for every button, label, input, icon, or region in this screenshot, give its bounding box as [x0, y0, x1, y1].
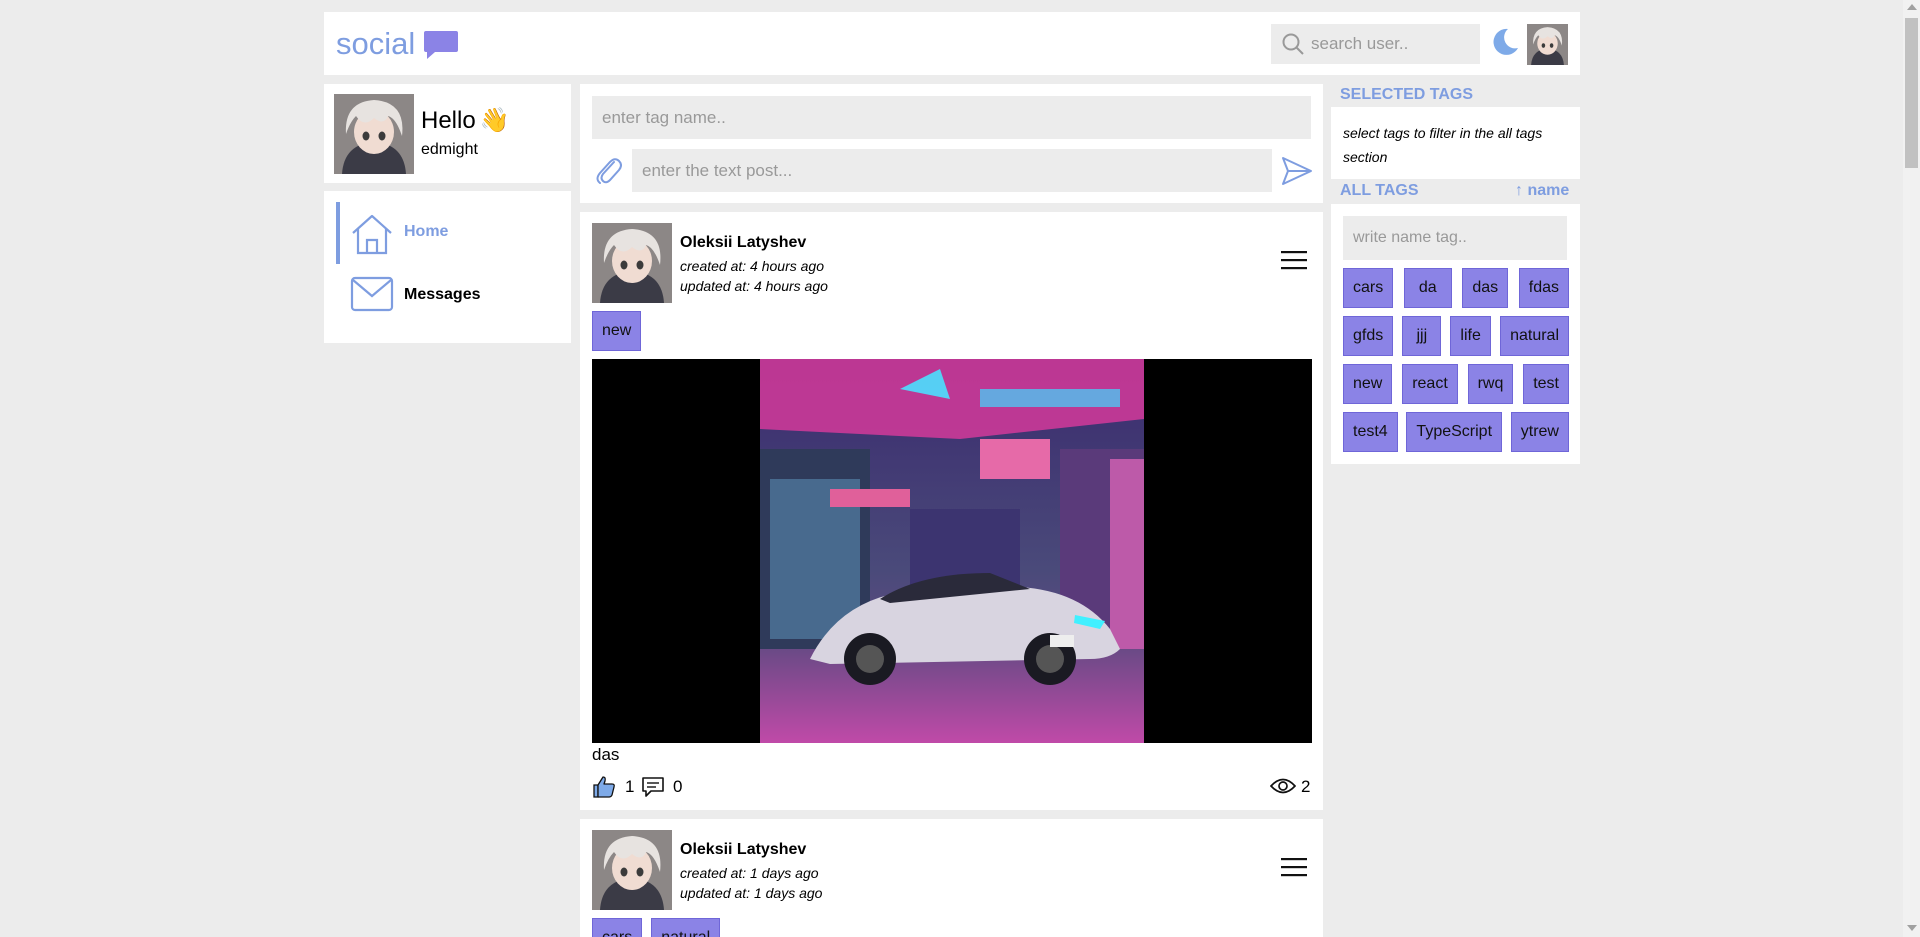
greeting-text: Hello	[421, 107, 476, 134]
tag-chip[interactable]: natural	[1500, 316, 1569, 356]
tag-row: cars da das fdas	[1343, 268, 1569, 308]
top-header: social	[324, 12, 1580, 75]
tag-row: gfds jjj life natural	[1343, 316, 1569, 356]
tag-chip[interactable]: new	[1343, 364, 1393, 404]
waving-hand-emoji: 👋	[479, 107, 510, 134]
post-card: Oleksii Latyshev created at: 1 days ago …	[580, 819, 1323, 937]
tag-chip[interactable]: fdas	[1518, 268, 1569, 308]
post-text: das	[592, 745, 620, 764]
tag-chip[interactable]: test	[1523, 364, 1569, 404]
search-box	[1271, 24, 1480, 64]
tag-chip[interactable]: da	[1403, 268, 1452, 308]
view-count: 2	[1301, 777, 1311, 796]
post-stats: 1 0 2	[592, 775, 1312, 799]
tag-chip[interactable]: gfds	[1343, 316, 1394, 356]
selected-tags-panel: select tags to filter in the all tags se…	[1331, 107, 1580, 179]
tag-cloud: cars da das fdas gfds jjj life natural n…	[1343, 268, 1569, 460]
post-tags: new	[592, 311, 642, 351]
selected-tags-title: SELECTED TAGS	[1340, 86, 1474, 103]
nav-label-messages: Messages	[404, 286, 481, 303]
tag-row: test4 TypeScript ytrew	[1343, 412, 1569, 452]
sort-by-name-toggle[interactable]: ↑ name	[1515, 182, 1569, 200]
greeting: Hello 👋	[421, 106, 510, 135]
nav-menu: Home Messages	[324, 191, 571, 343]
post-tag[interactable]: natural	[651, 918, 721, 937]
tag-chip[interactable]: rwq	[1467, 364, 1514, 404]
active-indicator	[336, 202, 340, 264]
post-created-at: created at: 4 hours ago	[680, 258, 824, 274]
search-icon	[1281, 32, 1305, 61]
post-composer	[580, 84, 1323, 203]
moon-icon[interactable]	[1488, 26, 1520, 63]
nav-item-messages[interactable]: Messages	[336, 265, 566, 327]
tag-chip[interactable]: ytrew	[1510, 412, 1569, 452]
like-count: 1	[625, 777, 635, 796]
post-author-avatar[interactable]	[592, 223, 672, 303]
tag-row: new react rwq test	[1343, 364, 1569, 404]
all-tags-title: ALL TAGS	[1340, 182, 1419, 199]
thumbs-up-icon[interactable]	[592, 775, 616, 804]
tag-chip[interactable]: test4	[1343, 412, 1398, 452]
post-updated-at: updated at: 1 days ago	[680, 885, 823, 901]
post-author-avatar[interactable]	[592, 830, 672, 910]
profile-avatar[interactable]	[334, 94, 414, 174]
logo-text[interactable]: social	[336, 26, 415, 62]
tag-chip[interactable]: das	[1462, 268, 1509, 308]
scrollbar-thumb[interactable]	[1905, 18, 1918, 168]
envelope-icon	[350, 276, 394, 317]
chat-bubble-logo-icon	[423, 30, 459, 65]
post-tags: cars natural	[592, 918, 721, 937]
tag-chip[interactable]: jjj	[1402, 316, 1442, 356]
tag-chip[interactable]: life	[1450, 316, 1491, 356]
username: edmight	[421, 141, 478, 158]
home-icon	[350, 213, 394, 260]
page-scrollbar[interactable]	[1903, 0, 1920, 937]
tag-chip[interactable]: TypeScript	[1406, 412, 1503, 452]
tag-filter-input[interactable]	[1343, 216, 1567, 260]
selected-tags-hint: select tags to filter in the all tags se…	[1343, 125, 1543, 165]
search-user-input[interactable]	[1311, 24, 1476, 64]
comment-icon[interactable]	[641, 776, 665, 803]
post-tag[interactable]: cars	[592, 918, 643, 937]
post-author-name[interactable]: Oleksii Latyshev	[680, 234, 806, 252]
post-tag[interactable]: new	[592, 311, 642, 351]
hamburger-menu-icon[interactable]	[1281, 857, 1307, 882]
comment-count: 0	[673, 777, 683, 796]
post-created-at: created at: 1 days ago	[680, 865, 819, 881]
tag-name-input[interactable]	[592, 96, 1311, 139]
eye-icon	[1269, 776, 1297, 801]
all-tags-panel: cars da das fdas gfds jjj life natural n…	[1331, 204, 1580, 464]
neon-car-image	[760, 359, 1144, 743]
header-avatar[interactable]	[1527, 24, 1568, 65]
profile-card: Hello 👋 edmight	[324, 84, 571, 183]
tag-chip[interactable]: cars	[1343, 268, 1394, 308]
scroll-up-arrow-icon[interactable]	[1907, 4, 1917, 10]
nav-label-home: Home	[404, 223, 449, 240]
hamburger-menu-icon[interactable]	[1281, 250, 1307, 275]
post-image[interactable]	[592, 359, 1312, 743]
scroll-down-arrow-icon[interactable]	[1907, 925, 1917, 931]
post-card: Oleksii Latyshev created at: 4 hours ago…	[580, 212, 1323, 810]
post-author-name[interactable]: Oleksii Latyshev	[680, 841, 806, 859]
paperclip-icon[interactable]	[594, 154, 622, 191]
post-updated-at: updated at: 4 hours ago	[680, 278, 828, 294]
post-text-input[interactable]	[632, 149, 1272, 192]
send-icon[interactable]	[1281, 156, 1313, 191]
nav-item-home[interactable]: Home	[336, 202, 566, 264]
tag-chip[interactable]: react	[1402, 364, 1458, 404]
